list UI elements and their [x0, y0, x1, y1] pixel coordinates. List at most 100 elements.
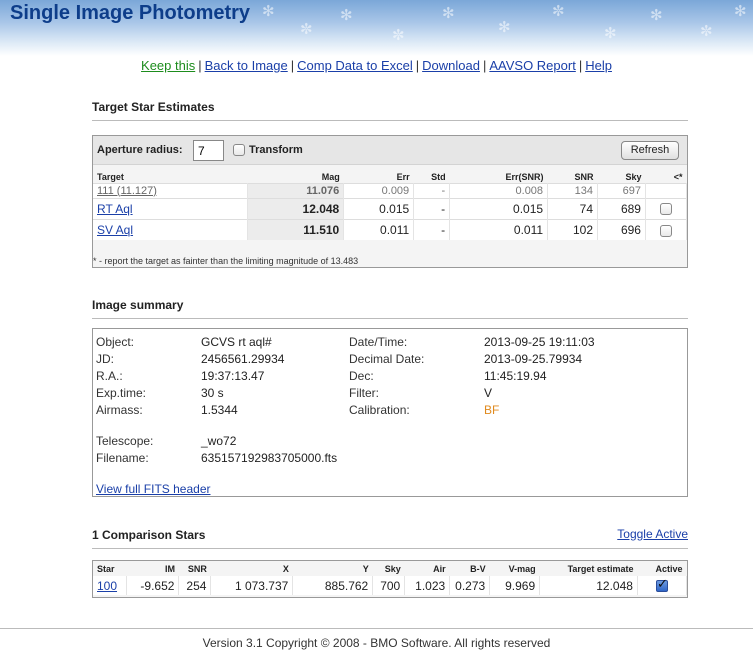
- snowflake-decoration-icon: ✼: [392, 26, 405, 44]
- snowflake-decoration-icon: ✻: [650, 6, 663, 24]
- comparison-table: Star IM SNR X Y Sky Air B-V V-mag Target…: [93, 561, 688, 595]
- target-estimate-value: 12.048: [539, 576, 638, 595]
- decimal-date-label: Decimal Date:: [349, 352, 425, 366]
- limiting-magnitude-note: * - report the target as fainter than th…: [93, 256, 359, 266]
- col-header-target-estimate: Target estimate: [567, 563, 634, 574]
- exptime-value: 30 s: [201, 386, 224, 400]
- target-link[interactable]: SV Aql: [97, 223, 133, 237]
- transform-checkbox[interactable]: [233, 144, 245, 156]
- view-fits-header-link[interactable]: View full FITS header: [96, 482, 211, 496]
- calibration-label: Calibration:: [349, 403, 410, 417]
- target-toolbar: Aperture radius: Transform Refresh: [93, 136, 687, 165]
- air-value: 1.023: [404, 576, 451, 595]
- filename-value: 635157192983705000.fts: [201, 451, 338, 465]
- col-header-std: Std: [431, 171, 446, 182]
- col-header-im: IM: [164, 563, 175, 574]
- telescope-label: Telescope:: [96, 434, 154, 448]
- snowflake-decoration-icon: ✻: [604, 24, 617, 42]
- col-header-fainter: <*: [673, 171, 683, 182]
- table-row: 111 (11.127) 11.076 0.009 - 0.008 134 69…: [93, 182, 688, 198]
- target-link[interactable]: RT Aql: [97, 202, 133, 216]
- airmass-value: 1.5344: [201, 403, 238, 417]
- aperture-label: Aperture radius:: [97, 144, 183, 156]
- col-header-vmag: V-mag: [508, 563, 536, 574]
- col-header-snr: SNR: [187, 563, 207, 574]
- toggle-active-link[interactable]: Toggle Active: [617, 527, 688, 541]
- snowflake-decoration-icon: ✻: [498, 18, 511, 36]
- vmag-value: 9.969: [489, 576, 541, 595]
- snowflake-decoration-icon: ✼: [552, 2, 565, 20]
- snowflake-decoration-icon: ✻: [734, 2, 747, 20]
- im-value: -9.652: [126, 576, 180, 595]
- comp-data-to-excel-link[interactable]: Comp Data to Excel: [297, 58, 413, 73]
- snowflake-decoration-icon: ✼: [700, 22, 713, 40]
- keep-this-link[interactable]: Keep this: [141, 58, 195, 73]
- sky-value: 700: [372, 576, 406, 595]
- sky-value: 689: [597, 197, 646, 219]
- col-header-active: Active: [655, 563, 683, 574]
- summary-section-title: Image summary: [92, 298, 688, 319]
- snowflake-decoration-icon: ✻: [442, 4, 455, 22]
- airmass-label: Airmass:: [96, 403, 143, 417]
- snr-value: 102: [547, 218, 598, 240]
- aperture-radius-input[interactable]: [193, 140, 224, 161]
- col-header-bv: B-V: [470, 563, 486, 574]
- err-value: 0.015: [343, 197, 415, 219]
- object-label: Object:: [96, 335, 135, 349]
- image-summary-panel: Object: GCVS rt aql# Date/Time: 2013-09-…: [92, 328, 688, 497]
- top-nav: Keep this | Back to Image | Comp Data to Exc…: [141, 58, 612, 73]
- sky-value: 697: [597, 182, 646, 198]
- table-row: RT Aql 12.048 0.015 - 0.015 74 689: [93, 197, 688, 219]
- snowflake-decoration-icon: ✻: [262, 2, 275, 20]
- comparison-section-title: 1 Comparison Stars: [92, 528, 688, 549]
- transform-label: Transform: [249, 144, 303, 156]
- target-table: Target Mag Err Std Err(SNR) SNR Sky <* 1…: [93, 171, 688, 240]
- refresh-button[interactable]: Refresh: [621, 141, 679, 160]
- active-checkbox[interactable]: [655, 577, 668, 593]
- filename-label: Filename:: [96, 451, 149, 465]
- help-link[interactable]: Help: [585, 58, 612, 73]
- aavso-report-link[interactable]: AAVSO Report: [489, 58, 575, 73]
- snr-value: 254: [178, 576, 212, 595]
- filter-label: Filter:: [349, 386, 379, 400]
- col-header-x: X: [282, 563, 289, 574]
- fainter-checkbox[interactable]: [659, 224, 672, 237]
- col-header-err-snr: Err(SNR): [505, 171, 544, 182]
- ra-value: 19:37:13.47: [201, 369, 265, 383]
- std-value: -: [413, 218, 451, 240]
- err-value: 0.009: [343, 182, 415, 198]
- copyright-footer: Version 3.1 Copyright © 2008 - BMO Softw…: [202, 636, 551, 650]
- datetime-label: Date/Time:: [349, 335, 408, 349]
- dec-label: Dec:: [349, 369, 374, 383]
- page-title: Single Image Photometry: [10, 2, 251, 24]
- jd-label: JD:: [96, 352, 114, 366]
- fainter-checkbox[interactable]: [659, 203, 672, 216]
- col-header-air: Air: [433, 563, 446, 574]
- comparison-star-link[interactable]: 100: [97, 579, 117, 593]
- back-to-image-link[interactable]: Back to Image: [205, 58, 288, 73]
- target-section-title: Target Star Estimates: [92, 100, 688, 121]
- err-snr-value: 0.008: [449, 182, 549, 198]
- sky-value: 696: [597, 218, 646, 240]
- err-snr-value: 0.015: [449, 197, 549, 219]
- target-panel: Aperture radius: Transform Refresh Targe…: [92, 135, 688, 268]
- datetime-value: 2013-09-25 19:11:03: [484, 335, 595, 349]
- mag-value: 11.510: [247, 218, 345, 240]
- snowflake-decoration-icon: ✼: [300, 20, 313, 38]
- std-value: -: [413, 197, 451, 219]
- footer-divider: [0, 628, 753, 629]
- jd-value: 2456561.29934: [201, 352, 285, 366]
- col-header-mag: Mag: [321, 171, 340, 182]
- mag-value: 12.048: [247, 197, 345, 219]
- download-link[interactable]: Download: [422, 58, 480, 73]
- exptime-label: Exp.time:: [96, 386, 147, 400]
- bv-value: 0.273: [449, 576, 491, 595]
- ra-label: R.A.:: [96, 369, 123, 383]
- mag-value: 11.076: [247, 182, 345, 198]
- filter-value: V: [484, 386, 493, 400]
- y-value: 885.762: [292, 576, 374, 595]
- target-link[interactable]: 111 (11.127): [97, 185, 157, 197]
- col-header-err: Err: [396, 171, 410, 182]
- col-header-y: Y: [362, 563, 369, 574]
- calibration-value: BF: [484, 403, 500, 417]
